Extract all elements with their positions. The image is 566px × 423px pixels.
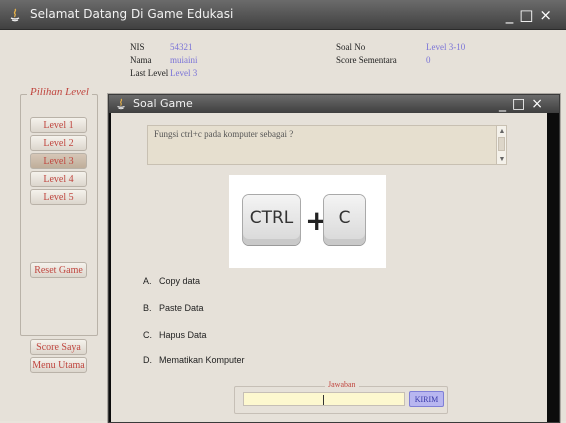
main-window-controls[interactable]: _□× bbox=[506, 6, 558, 24]
option-b[interactable]: B. Paste Data bbox=[143, 303, 204, 313]
level-panel-legend: Pilihan Level bbox=[27, 86, 92, 98]
option-text: Mematikan Komputer bbox=[159, 355, 245, 365]
last-level-row: Last Level Level 3 bbox=[130, 68, 198, 78]
question-text: Fungsi ctrl+c pada komputer sebagai ? bbox=[154, 129, 294, 139]
question-image: CTRL + C bbox=[229, 175, 386, 268]
reset-game-button[interactable]: Reset Game bbox=[30, 262, 87, 278]
soal-game-dialog: Soal Game _□× Fungsi ctrl+c pada kompute… bbox=[108, 94, 560, 423]
level-5-button[interactable]: Level 5 bbox=[30, 189, 87, 205]
dialog-left-border bbox=[109, 113, 111, 422]
level-2-button[interactable]: Level 2 bbox=[30, 135, 87, 151]
scroll-thumb[interactable] bbox=[498, 137, 505, 151]
last-level-label: Last Level bbox=[130, 68, 169, 78]
question-scrollbar[interactable]: ▲ ▼ bbox=[496, 126, 506, 164]
last-level-value: Level 3 bbox=[170, 68, 198, 78]
level-1-button[interactable]: Level 1 bbox=[30, 117, 87, 133]
option-c[interactable]: C. Hapus Data bbox=[143, 330, 207, 340]
question-textarea[interactable]: Fungsi ctrl+c pada komputer sebagai ? ▲ … bbox=[147, 125, 507, 165]
nis-row: NIS 54321 bbox=[130, 42, 198, 52]
minimize-icon[interactable]: _ bbox=[506, 6, 520, 24]
score-row: Score Sementara 0 bbox=[336, 55, 465, 65]
kirim-button[interactable]: KIRIM bbox=[409, 391, 444, 407]
soal-no-label: Soal No bbox=[336, 42, 366, 52]
option-text: Paste Data bbox=[159, 303, 204, 313]
student-info: NIS 54321 Nama muiaini Last Level Level 3 bbox=[130, 42, 198, 78]
option-a[interactable]: A. Copy data bbox=[143, 276, 200, 286]
answer-group: Jawaban KIRIM bbox=[234, 380, 448, 414]
answer-input[interactable] bbox=[243, 392, 405, 406]
dialog-titlebar: Soal Game _□× bbox=[109, 95, 559, 113]
dialog-close-icon[interactable]: × bbox=[531, 96, 549, 112]
dialog-right-border bbox=[547, 113, 559, 422]
nama-label: Nama bbox=[130, 55, 152, 65]
level-3-button[interactable]: Level 3 bbox=[30, 153, 87, 169]
soal-no-value: Level 3-10 bbox=[426, 42, 466, 52]
java-icon bbox=[117, 98, 125, 110]
option-letter: B. bbox=[143, 303, 152, 313]
ctrl-key-icon: CTRL bbox=[243, 195, 300, 245]
nis-value: 54321 bbox=[170, 42, 193, 52]
dialog-window-controls[interactable]: _□× bbox=[499, 96, 549, 112]
progress-info: Soal No Level 3-10 Score Sementara 0 bbox=[336, 42, 465, 65]
score-saya-button[interactable]: Score Saya bbox=[30, 339, 87, 355]
option-d[interactable]: D. Mematikan Komputer bbox=[143, 355, 245, 365]
c-key-icon: C bbox=[324, 195, 365, 245]
scroll-down-icon[interactable]: ▼ bbox=[497, 154, 507, 164]
nis-label: NIS bbox=[130, 42, 145, 52]
dialog-minimize-icon[interactable]: _ bbox=[499, 96, 512, 112]
dialog-maximize-icon[interactable]: □ bbox=[512, 96, 531, 112]
option-text: Copy data bbox=[159, 276, 201, 286]
dialog-title: Soal Game bbox=[133, 97, 193, 110]
option-letter: A. bbox=[143, 276, 152, 286]
maximize-icon[interactable]: □ bbox=[519, 6, 539, 24]
option-letter: C. bbox=[143, 330, 152, 340]
nama-row: Nama muiaini bbox=[130, 55, 198, 65]
text-caret bbox=[323, 395, 324, 405]
main-window: Selamat Datang Di Game Edukasi _□× NIS 54… bbox=[0, 0, 566, 423]
menu-utama-button[interactable]: Menu Utama bbox=[30, 357, 87, 373]
plus-icon: + bbox=[305, 204, 329, 237]
level-4-button[interactable]: Level 4 bbox=[30, 171, 87, 187]
score-label: Score Sementara bbox=[336, 55, 397, 65]
score-value: 0 bbox=[426, 55, 431, 65]
option-letter: D. bbox=[143, 355, 152, 365]
main-titlebar: Selamat Datang Di Game Edukasi _□× bbox=[0, 0, 566, 30]
answer-legend: Jawaban bbox=[325, 380, 359, 389]
scroll-up-icon[interactable]: ▲ bbox=[497, 126, 507, 136]
java-icon bbox=[10, 8, 20, 22]
option-text: Hapus Data bbox=[159, 330, 207, 340]
soal-no-row: Soal No Level 3-10 bbox=[336, 42, 465, 52]
main-window-title: Selamat Datang Di Game Edukasi bbox=[30, 7, 234, 21]
nama-value: muiaini bbox=[170, 55, 198, 65]
close-icon[interactable]: × bbox=[539, 6, 558, 24]
